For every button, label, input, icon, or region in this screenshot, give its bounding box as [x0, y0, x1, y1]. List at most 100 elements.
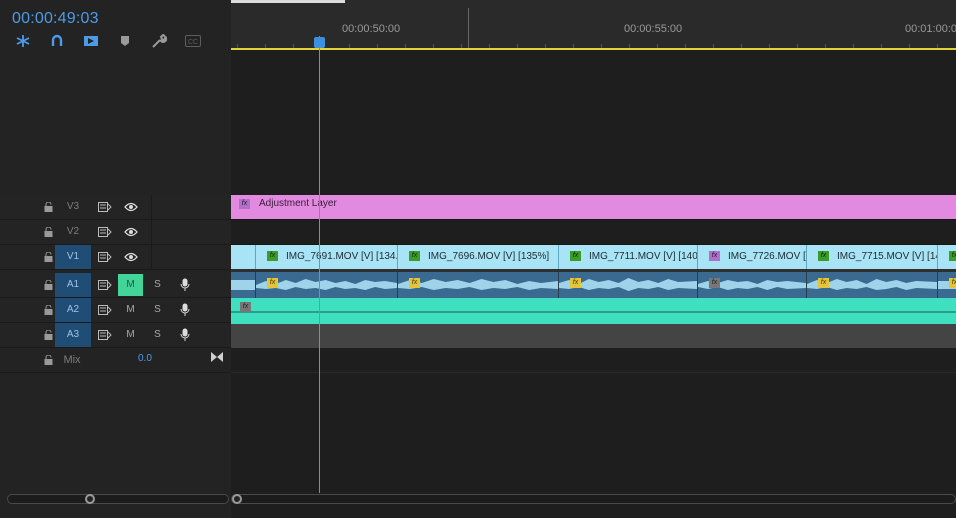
time-ruler[interactable]: 00:00:50:00 00:00:55:00 00:01:00:00 — [231, 0, 956, 50]
marker-icon[interactable] — [116, 33, 134, 49]
fx-badge: fx — [409, 251, 420, 261]
eye-icon[interactable] — [123, 225, 139, 239]
clip-label: IMG_7726.MOV [V — [728, 251, 807, 262]
video-clip[interactable]: fx — [938, 245, 956, 269]
snap-icon[interactable] — [14, 33, 32, 49]
divider — [151, 195, 152, 220]
fx-badge: fx — [570, 278, 581, 288]
captions-icon[interactable]: CC — [184, 33, 202, 49]
track-a2: A2 M S — [0, 298, 231, 323]
track-label-v2[interactable]: V2 — [55, 220, 91, 244]
clip-label: IMG_7696.MOV [V] [135%] — [428, 251, 550, 262]
track-lane-a3 — [231, 324, 956, 348]
clip-label: IMG_7691.MOV [V] [134.5 — [286, 251, 398, 262]
eye-icon[interactable] — [123, 250, 139, 264]
fx-badge: fx — [709, 251, 720, 261]
track-label-v1[interactable]: V1 — [55, 245, 91, 269]
sync-lock-icon[interactable] — [97, 250, 113, 264]
track-label-a1[interactable]: A1 — [55, 273, 91, 297]
track-v1: V1 — [0, 245, 231, 270]
audio-clip[interactable]: fx — [938, 272, 956, 298]
track-label-v3[interactable]: V3 — [55, 195, 91, 219]
video-clip[interactable]: fx IMG_7696.MOV [V] [135%] — [398, 245, 559, 269]
eye-icon[interactable] — [123, 200, 139, 214]
fx-badge: fx — [240, 302, 251, 312]
svg-text:CC: CC — [188, 39, 198, 46]
mute-button-a2[interactable]: M — [118, 299, 143, 321]
solo-button-a2[interactable]: S — [145, 299, 170, 321]
playhead-line[interactable] — [319, 36, 320, 493]
track-v3: V3 — [0, 195, 231, 220]
ruler-label: 00:01:00:00 — [905, 23, 956, 35]
timeline-panel: 00:00:50:00 00:00:55:00 00:01:00:00 fx A… — [231, 0, 956, 518]
scroll-knob[interactable] — [232, 494, 242, 504]
microphone-icon[interactable] — [177, 303, 193, 317]
track-label-a3[interactable]: A3 — [55, 323, 91, 347]
track-a3: A3 M S — [0, 323, 231, 348]
solo-button-a1[interactable]: S — [145, 274, 170, 296]
track-v2: V2 — [0, 220, 231, 245]
ruler-label: 00:00:50:00 — [342, 23, 401, 35]
audio-clip[interactable]: fx — [698, 272, 807, 298]
lock-icon[interactable] — [44, 355, 53, 365]
timeline-scrollbar[interactable] — [231, 494, 956, 504]
track-header-scrollbar[interactable] — [7, 494, 229, 504]
audio-clip[interactable]: fx — [559, 272, 698, 298]
sync-lock-icon[interactable] — [97, 225, 113, 239]
audio-clip-a2[interactable]: fx — [231, 298, 956, 324]
ruler-major-tick — [468, 8, 469, 48]
audio-clip[interactable]: fx — [807, 272, 938, 298]
fx-badge: fx — [818, 251, 829, 261]
mute-button-a3[interactable]: M — [118, 324, 143, 346]
sync-lock-icon[interactable] — [97, 200, 113, 214]
lock-icon[interactable] — [44, 227, 53, 237]
fx-badge: fx — [409, 278, 420, 288]
sync-lock-icon[interactable] — [97, 328, 113, 342]
lock-icon[interactable] — [44, 280, 53, 290]
track-lane-v2 — [231, 220, 956, 245]
sync-lock-icon[interactable] — [97, 303, 113, 317]
wrench-icon[interactable] — [150, 33, 168, 49]
video-clip[interactable]: fx IMG_7691.MOV [V] [134.5 — [256, 245, 398, 269]
fx-badge: fx — [818, 278, 829, 288]
sync-lock-icon[interactable] — [97, 278, 113, 292]
fx-badge: fx — [267, 251, 278, 261]
track-mix: Mix 0.0 — [0, 348, 231, 373]
bowtie-icon[interactable] — [209, 350, 225, 364]
clip-label: IMG_7715.MOV [V] [14 — [837, 251, 938, 262]
audio-clip[interactable]: fx — [398, 272, 559, 298]
scroll-knob[interactable] — [85, 494, 95, 504]
video-clip[interactable]: fx IMG_7711.MOV [V] [140 — [559, 245, 698, 269]
zoom-scroll-bar[interactable] — [231, 0, 345, 3]
track-a1: A1 M S — [0, 273, 231, 298]
video-clip[interactable]: fx IMG_7726.MOV [V — [698, 245, 807, 269]
linked-selection-icon[interactable] — [48, 33, 66, 49]
insert-overwrite-icon[interactable] — [82, 33, 100, 49]
video-clip[interactable]: fx IMG_7715.MOV [V] [14 — [807, 245, 938, 269]
lock-icon[interactable] — [44, 252, 53, 262]
lock-icon[interactable] — [44, 202, 53, 212]
playhead-handle[interactable] — [314, 37, 325, 48]
fx-badge: fx — [570, 251, 581, 261]
adjustment-layer-clip[interactable]: fx Adjustment Layer — [231, 195, 956, 219]
solo-button-a3[interactable]: S — [145, 324, 170, 346]
track-label-a2[interactable]: A2 — [55, 298, 91, 322]
lock-icon[interactable] — [44, 305, 53, 315]
mute-button-a1[interactable]: M — [118, 274, 143, 296]
audio-clip[interactable]: fx — [256, 272, 398, 298]
work-area-bar[interactable] — [231, 48, 956, 50]
playhead-timecode[interactable]: 00:00:49:03 — [12, 10, 99, 28]
track-header-panel: 00:00:49:03 CC V3 V2 V1 A1 M S A2 M S A3… — [0, 0, 231, 518]
fx-badge: fx — [267, 278, 278, 288]
microphone-icon[interactable] — [177, 278, 193, 292]
microphone-icon[interactable] — [177, 328, 193, 342]
clip-label: IMG_7711.MOV [V] [140 — [589, 251, 698, 262]
mix-volume-value[interactable]: 0.0 — [138, 353, 152, 364]
mix-label: Mix — [63, 354, 81, 366]
lock-icon[interactable] — [44, 330, 53, 340]
divider — [151, 245, 152, 270]
fx-badge: fx — [239, 199, 250, 209]
video-clip[interactable] — [231, 245, 256, 269]
audio-clip[interactable] — [231, 272, 256, 298]
fx-badge: fx — [949, 251, 956, 261]
